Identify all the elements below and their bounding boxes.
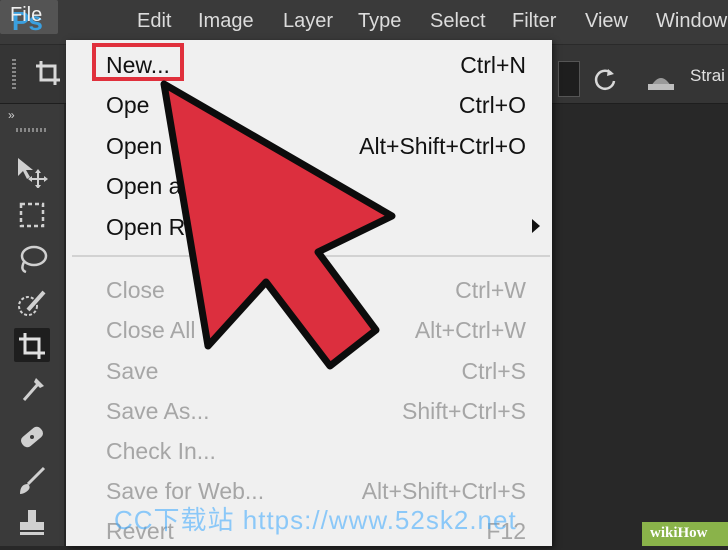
watermark-text: CC下载站 https://www.52sk2.net	[114, 505, 517, 535]
wikihow-logo-text: wikiHow	[650, 525, 708, 541]
wikihow-badge: wikiHow	[642, 522, 728, 546]
red-pointer-arrow-icon	[160, 80, 396, 370]
